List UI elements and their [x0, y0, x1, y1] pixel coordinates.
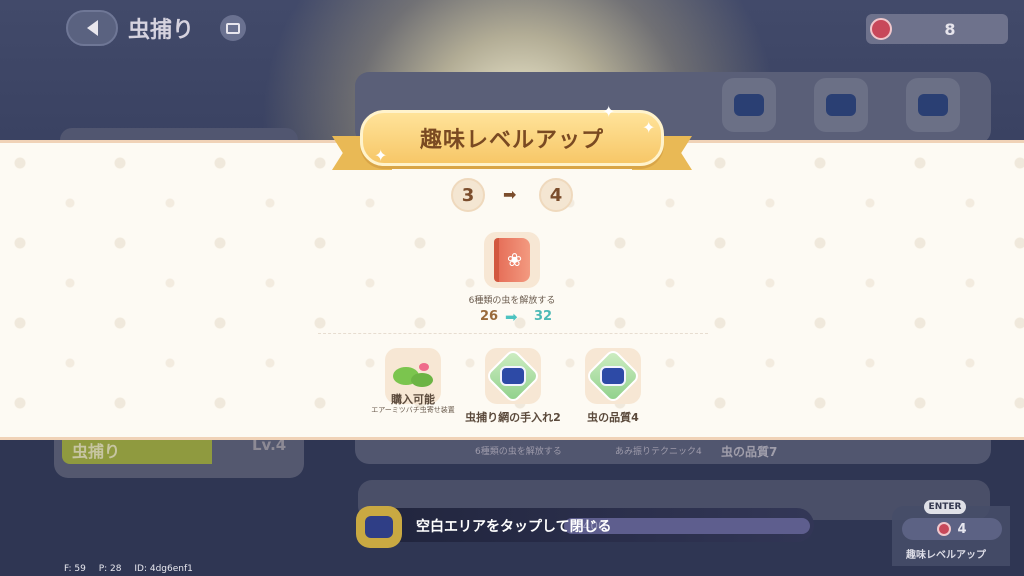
unlock-card: ❀ [484, 232, 540, 288]
modal-title: 趣味レベルアップ [419, 128, 604, 153]
debug-info: F: 59 P: 28 ID: 4dg6enf1 [64, 564, 203, 574]
background-level-row: 6種類の虫を解放する あみ振りテクニック4 虫の品質7 [355, 440, 991, 464]
bug-book-icon: ❀ [494, 238, 530, 282]
background-reward-card [814, 78, 868, 132]
modal-divider [318, 333, 708, 334]
background-reward-card [906, 78, 960, 132]
house-token-icon [870, 18, 892, 40]
modal-title-ribbon: 趣味レベルアップ ✦ ✦ ✦ [332, 102, 692, 178]
sparkle-icon: ✦ [374, 146, 388, 165]
book-icon[interactable] [220, 15, 246, 41]
row-text: 6種類の虫を解放する [475, 447, 562, 457]
unlock-count-from: 26 [480, 309, 499, 324]
sparkle-icon: ✦ [642, 118, 656, 137]
back-button[interactable] [66, 10, 118, 46]
unlock-description: 6種類の虫を解放する [468, 296, 556, 306]
butterfly-icon [734, 94, 764, 116]
level-up-label: 趣味レベルアップ [906, 550, 986, 561]
reward-card [584, 347, 642, 405]
currency-value: 8 [944, 19, 956, 39]
butterfly-badge-icon [356, 506, 402, 548]
butterfly-gem-icon [584, 347, 642, 405]
butterfly-icon [918, 94, 948, 116]
currency-display: 8 [866, 14, 1008, 44]
debug-id: ID: 4dg6enf1 [134, 564, 193, 574]
row-text: あみ振りテクニック4 [615, 447, 702, 457]
unlock-arrow-icon: ➡ [505, 308, 518, 326]
page-title: 虫捕り [128, 18, 195, 43]
reward-sublabel: エアーミツバチ虫寄せ装置 [371, 406, 455, 414]
butterfly-icon [826, 94, 856, 116]
level-up-cost: 4 [902, 518, 1002, 540]
close-hint-text: 空白エリアをタップして閉じる [416, 519, 612, 535]
house-token-icon [937, 522, 952, 536]
reward-card [484, 347, 542, 405]
row-text: 虫の品質7 [721, 445, 778, 459]
background-reward-card [722, 78, 776, 132]
debug-fps: F: 59 [64, 564, 86, 574]
level-up-cost-value: 4 [957, 521, 967, 537]
level-from: 3 [451, 178, 485, 212]
unlock-count-to: 32 [534, 309, 553, 324]
reward-label: 虫捕り網の手入れ2 [465, 411, 561, 424]
green-caterpillar-icon [391, 361, 435, 391]
reward-label: 購入可能 [391, 393, 435, 406]
reward-label: 虫の品質4 [587, 411, 639, 424]
hobby-name: 虫捕り [72, 442, 121, 461]
butterfly-gem-icon [484, 347, 542, 405]
background-left-card: 虫捕り Lv.4 [54, 436, 304, 478]
back-arrow-icon [86, 20, 98, 36]
enter-key-badge: ENTER [924, 500, 966, 514]
debug-ping: P: 28 [98, 564, 122, 574]
level-arrow-icon: ➡ [503, 185, 517, 204]
sparkle-icon: ✦ [602, 102, 616, 121]
level-to: 4 [539, 178, 573, 212]
